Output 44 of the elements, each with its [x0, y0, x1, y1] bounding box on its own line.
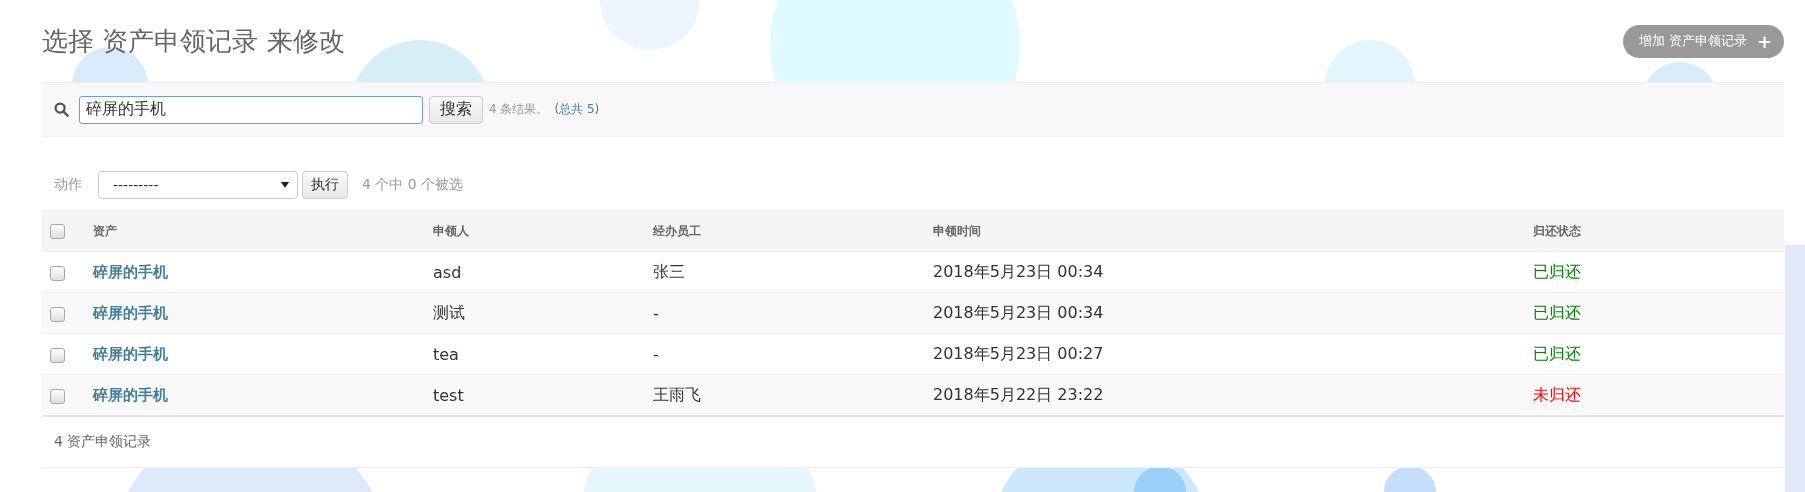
status-cell: 已归还 — [1533, 343, 1581, 363]
row-checkbox[interactable] — [50, 306, 65, 322]
applicant-cell: 测试 — [433, 302, 465, 322]
column-header[interactable]: 资产 — [93, 223, 117, 238]
status-cell: 已归还 — [1533, 302, 1581, 322]
add-button[interactable]: 增加 资产申领记录 + — [1622, 24, 1784, 58]
run-button[interactable]: 执行 — [302, 171, 348, 199]
record-count: 4 资产申领记录 — [54, 433, 152, 451]
staff-cell: 王雨飞 — [653, 384, 701, 404]
action-label: 动作 — [54, 176, 82, 194]
asset-link[interactable]: 碎屏的手机 — [93, 304, 168, 322]
asset-link[interactable]: 碎屏的手机 — [93, 345, 168, 363]
column-header[interactable]: 归还状态 — [1533, 223, 1581, 238]
search-icon — [54, 102, 69, 117]
time-cell: 2018年5月23日 00:34 — [933, 261, 1104, 281]
staff-cell: - — [653, 344, 659, 364]
staff-cell: 张三 — [653, 261, 685, 281]
column-header[interactable]: 申领时间 — [933, 223, 981, 238]
asset-link[interactable]: 碎屏的手机 — [93, 263, 168, 281]
search-button[interactable]: 搜索 — [429, 95, 483, 124]
row-checkbox[interactable] — [50, 265, 65, 281]
caret-icon — [281, 182, 289, 188]
column-header[interactable]: 申领人 — [433, 223, 469, 238]
total-link[interactable]: (总共 5) — [554, 101, 600, 118]
row-checkbox[interactable] — [50, 388, 65, 404]
asset-link[interactable]: 碎屏的手机 — [93, 386, 168, 404]
time-cell: 2018年5月23日 00:34 — [933, 302, 1104, 322]
applicant-cell: asd — [433, 262, 462, 282]
applicant-cell: test — [433, 385, 464, 405]
result-count: 4 条结果。 — [489, 101, 549, 118]
column-header[interactable]: 经办员工 — [653, 223, 701, 238]
select-all-checkbox[interactable] — [50, 223, 65, 239]
search-field[interactable]: 碎屏的手机 — [79, 95, 423, 124]
page-title: 选择 资产申领记录 来修改 — [42, 24, 345, 58]
time-cell: 2018年5月22日 23:22 — [933, 384, 1104, 404]
selection-count: 4 个中 0 个被选 — [362, 176, 464, 194]
status-cell: 未归还 — [1533, 384, 1581, 404]
row-checkbox[interactable] — [50, 347, 65, 363]
time-cell: 2018年5月23日 00:27 — [933, 343, 1104, 363]
action-select[interactable]: --------- — [98, 171, 298, 199]
staff-cell: - — [653, 303, 659, 323]
status-cell: 已归还 — [1533, 261, 1581, 281]
applicant-cell: tea — [433, 344, 459, 364]
plus-icon: + — [1756, 30, 1772, 52]
